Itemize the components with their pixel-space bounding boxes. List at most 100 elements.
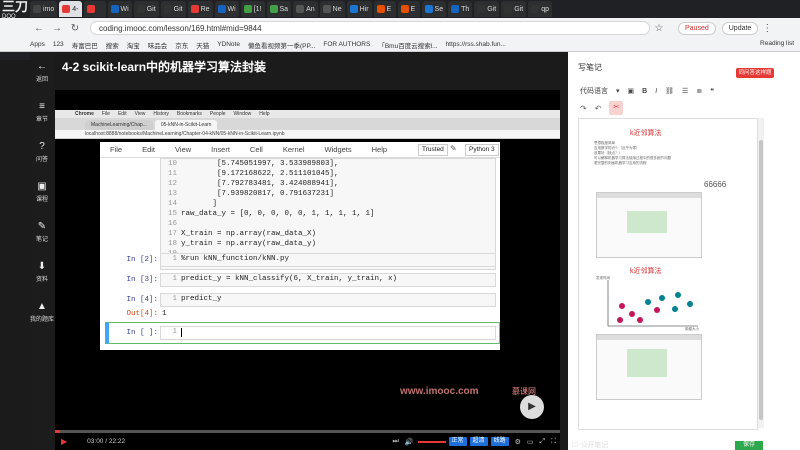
code-line: 17 X_train = np.array(raw_data_X) xyxy=(161,229,495,239)
bookmark-item[interactable]: FOR AUTHORS xyxy=(323,41,370,48)
sidebar-item-icon: ? xyxy=(39,141,45,152)
tab-favicon-icon xyxy=(349,5,358,13)
browser-tab[interactable]: Git xyxy=(160,1,186,17)
undo-icon[interactable]: ↶ xyxy=(595,104,602,113)
tab-favicon-icon xyxy=(400,5,409,13)
browser-tab[interactable]: Wi xyxy=(107,1,132,17)
tab-label: Re xyxy=(200,5,210,13)
dropdown-chevron-icon[interactable]: ▾ xyxy=(616,87,620,95)
browser-tab[interactable]: 4- xyxy=(59,1,82,17)
settings-gear-icon[interactable]: ⚙ xyxy=(515,438,521,446)
bookmark-item[interactable]: 123 xyxy=(53,41,64,48)
editor-scroll-thumb[interactable] xyxy=(759,140,763,420)
quality-hd-button[interactable]: 超清 xyxy=(469,437,488,446)
code-language-select[interactable]: 代码语言 xyxy=(580,86,608,96)
browser-tab[interactable]: qp xyxy=(528,1,552,17)
public-note-option[interactable]: ☐ 公开笔记 xyxy=(572,440,608,450)
bookmark-item[interactable]: YDNote xyxy=(217,41,240,48)
code-line: 12 [7.792783481, 3.424088941], xyxy=(161,179,495,189)
sidebar-item[interactable]: ← 返回 xyxy=(30,52,54,92)
browser-tab[interactable]: Ne xyxy=(319,1,345,17)
italic-icon[interactable]: I xyxy=(655,88,657,95)
line-number: 15 xyxy=(167,210,177,218)
image-icon[interactable]: ▣ xyxy=(628,87,635,95)
sidebar-item[interactable]: ≡ 章节 xyxy=(30,92,54,132)
bookmark-item[interactable]: 懒鱼看视频第一季(PP... xyxy=(248,40,315,50)
link-icon[interactable]: ⛓ xyxy=(665,87,674,95)
browser-tab[interactable] xyxy=(83,1,106,17)
sidebar-item[interactable]: ? 问答 xyxy=(30,132,54,172)
cell-prompt-3: In [3]: xyxy=(126,276,158,284)
bookmark-item[interactable]: https://rss.shab.fun... xyxy=(446,41,506,48)
clear-format-icon[interactable]: ✂ xyxy=(609,101,624,115)
browser-tab[interactable]: Re xyxy=(187,1,213,17)
editor-toolbar-row2: ↷ ↶ ✂ xyxy=(580,101,640,115)
browser-tab[interactable]: E xyxy=(397,1,420,17)
redo-icon[interactable]: ↷ xyxy=(580,104,587,113)
picture-in-picture-icon[interactable]: ▭ xyxy=(527,438,534,446)
bookmark-item[interactable]: 京东 xyxy=(175,40,188,50)
route-button[interactable]: 线路 xyxy=(490,437,509,446)
sidebar-item[interactable]: ✎ 笔记 xyxy=(30,212,54,252)
inner-mac-menubar: Chrome File Edit View History Bookmarks People… xyxy=(55,110,560,118)
browser-tab[interactable]: Git xyxy=(474,1,500,17)
play-icon[interactable]: ▶ xyxy=(61,437,67,446)
browser-tab[interactable]: imo xyxy=(30,1,58,17)
reload-icon[interactable]: ↻ xyxy=(66,23,84,34)
sidebar-item-icon: ≡ xyxy=(39,101,45,112)
update-button[interactable]: Update xyxy=(721,21,759,35)
notes-title: 写笔记 xyxy=(578,63,602,72)
bookmark-item[interactable]: 「Bmu百度云搜索l... xyxy=(378,40,437,50)
browser-tab[interactable]: An xyxy=(293,1,318,17)
back-arrow-icon[interactable]: ← xyxy=(30,23,48,34)
browser-tab[interactable]: E xyxy=(373,1,396,17)
browser-tab[interactable]: Hir xyxy=(346,1,372,17)
browser-tab[interactable]: Se xyxy=(421,1,447,17)
bookmark-item[interactable]: 淘宝 xyxy=(127,40,140,50)
bookmark-item[interactable]: 寿富巴巴 xyxy=(72,40,98,50)
volume-slider[interactable] xyxy=(417,440,446,443)
bookmark-item[interactable]: 天猫 xyxy=(196,40,209,50)
bookmark-star-icon[interactable]: ☆ xyxy=(650,23,668,34)
forward-arrow-icon[interactable]: → xyxy=(48,23,66,34)
bookmark-item[interactable]: Apps xyxy=(30,41,45,48)
browser-tab[interactable]: Th xyxy=(448,1,473,17)
sidebar-item[interactable]: ▣ 课程 xyxy=(30,172,54,212)
big-play-icon[interactable]: ▶ xyxy=(520,395,544,419)
browser-tab[interactable]: Git xyxy=(133,1,159,17)
browser-tab[interactable]: [1! xyxy=(240,1,265,17)
expand-icon[interactable]: ⛶ xyxy=(551,438,556,446)
paused-button[interactable]: Paused xyxy=(678,21,716,35)
quality-normal-button[interactable]: 正常 xyxy=(448,437,467,446)
browser-tab[interactable]: Git xyxy=(501,1,527,17)
quote-icon[interactable]: ❝ xyxy=(710,87,714,95)
notes-badge[interactable]: 同问答这样题 xyxy=(736,68,774,78)
url-bar[interactable]: coding.imooc.com/lesson/169.html#mid=984… xyxy=(90,21,650,35)
ordered-list-icon[interactable]: ☰ xyxy=(682,87,688,95)
reading-list-button[interactable]: Reading list xyxy=(760,40,794,47)
sidebar-item[interactable]: ▲ 我的题库 xyxy=(30,292,54,332)
bookmark-item[interactable]: 味品会 xyxy=(148,40,168,50)
bullet-list-icon[interactable]: ≣ xyxy=(696,87,702,95)
menu-dots-icon[interactable]: ⋮ xyxy=(758,23,776,34)
public-note-label: 公开笔记 xyxy=(580,442,609,449)
sidebar-item[interactable]: ⬇ 资料 xyxy=(30,252,54,292)
browser-tab[interactable]: Sa xyxy=(266,1,292,17)
sidebar-item-icon: ⬇ xyxy=(37,261,47,272)
note-bullet: 更完整的刻画机器学习应用的流程 xyxy=(594,161,647,165)
skip-icon[interactable]: ⏭ xyxy=(393,438,399,446)
volume-icon[interactable]: 🔊 xyxy=(405,438,414,446)
bookmark-item[interactable]: 搜索 xyxy=(106,40,119,50)
browser-tab[interactable]: Wi xyxy=(214,1,239,17)
checkbox-icon[interactable]: ☐ xyxy=(572,442,578,449)
bold-icon[interactable]: B xyxy=(642,88,647,95)
tab-label: Git xyxy=(487,5,497,13)
tab-label: Wi xyxy=(227,5,236,13)
tab-favicon-icon xyxy=(531,5,540,13)
save-note-button[interactable]: 保存 xyxy=(735,441,763,450)
tab-label: 4- xyxy=(72,5,79,13)
fullscreen-icon[interactable]: ⤢ xyxy=(539,438,545,446)
inner-menu-item: Help xyxy=(259,111,270,117)
sidebar-item-label: 资料 xyxy=(35,277,48,283)
video-controls: ▶ 03:00 / 22:22 ⏭ 🔊 正常 超清 线路 ⚙ ▭ ⤢ ⛶ xyxy=(55,433,560,450)
